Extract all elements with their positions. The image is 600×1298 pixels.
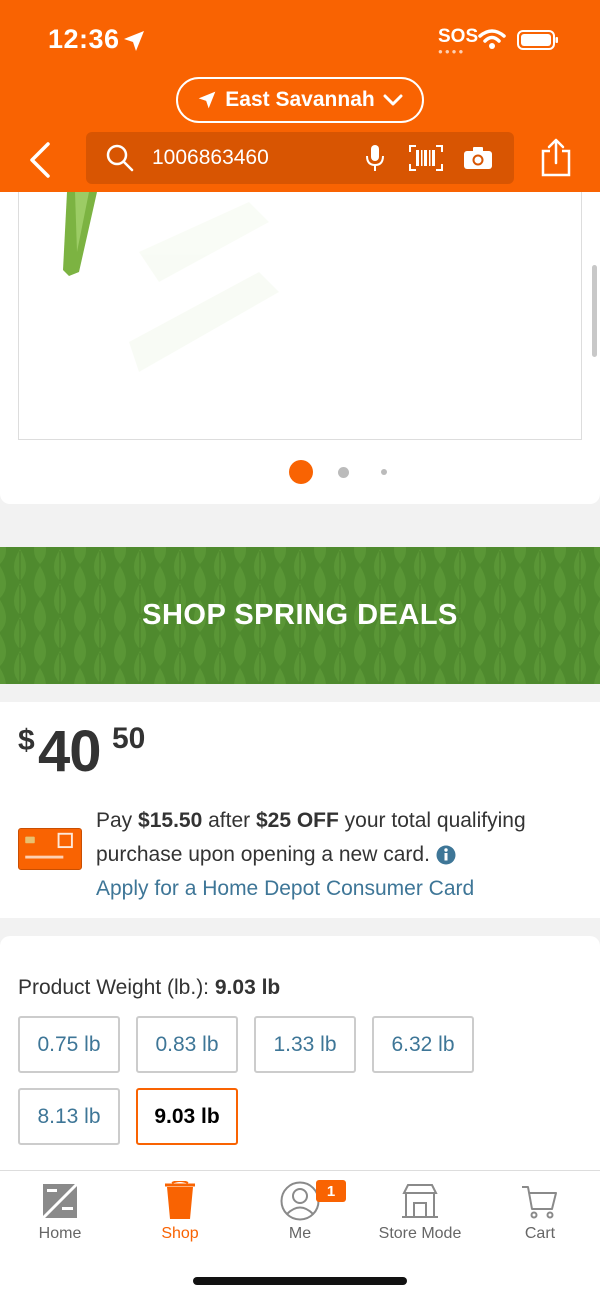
- microphone-icon[interactable]: [364, 144, 386, 172]
- tab-label: Cart: [524, 1225, 556, 1242]
- tab-store-mode[interactable]: Store Mode: [360, 1171, 480, 1251]
- price-dollars: 40: [38, 719, 102, 784]
- back-arrow-icon[interactable]: [26, 140, 56, 180]
- product-image-card: [0, 192, 600, 504]
- tab-home[interactable]: Home: [0, 1171, 120, 1251]
- promo-text-part: after: [202, 809, 256, 832]
- selected-weight: 9.03 lb: [214, 976, 281, 999]
- search-input[interactable]: 1006863460: [86, 132, 514, 184]
- tab-cart[interactable]: Cart: [480, 1171, 600, 1251]
- shop-bucket-icon: [165, 1181, 195, 1219]
- weight-option-selected[interactable]: 9.03 lb: [136, 1088, 238, 1145]
- promo-banner[interactable]: SHOP SPRING DEALS: [0, 547, 600, 684]
- carousel-dot[interactable]: [381, 469, 387, 475]
- price-currency: $: [18, 724, 35, 757]
- weight-option[interactable]: 0.75 lb: [18, 1016, 120, 1073]
- status-bar: 12:36 SOS ●●●●: [0, 0, 600, 76]
- tab-label: Shop: [161, 1225, 199, 1242]
- share-icon[interactable]: [540, 137, 572, 177]
- home-depot-logo-icon: [41, 1182, 79, 1220]
- weight-option[interactable]: 8.13 lb: [18, 1088, 120, 1145]
- tab-label: Store Mode: [378, 1225, 462, 1242]
- notification-badge: 1: [316, 1180, 346, 1202]
- product-photo: [63, 192, 279, 372]
- carousel-dot-active[interactable]: [289, 460, 313, 484]
- weight-label-text: Product Weight (lb.):: [18, 976, 210, 999]
- tab-shop[interactable]: Shop: [120, 1171, 240, 1251]
- weight-option[interactable]: 1.33 lb: [254, 1016, 356, 1073]
- home-indicator[interactable]: [193, 1277, 407, 1285]
- app-header: 12:36 SOS ●●●● East Savannah 1006863460: [0, 0, 600, 192]
- signal-dots-icon: ●●●●: [438, 47, 466, 56]
- price-card: $ 40 50 Pay $15.50 after $25 OFF your to…: [0, 702, 600, 918]
- status-time: 12:36: [48, 24, 120, 54]
- store-name: East Savannah: [225, 88, 375, 111]
- store-icon: [402, 1184, 438, 1218]
- cart-icon: [522, 1186, 557, 1219]
- wifi-icon: [478, 29, 506, 49]
- weight-option[interactable]: 0.83 lb: [136, 1016, 238, 1073]
- credit-card-icon: [18, 828, 82, 870]
- scrollbar[interactable]: [592, 265, 597, 357]
- search-query: 1006863460: [152, 146, 269, 169]
- tab-label: Me: [288, 1225, 312, 1242]
- card-promo-text: Pay $15.50 after $25 OFF your total qual…: [96, 804, 576, 906]
- store-selector-button[interactable]: East Savannah: [176, 77, 424, 123]
- price-cents: 50: [112, 722, 146, 755]
- location-arrow-icon: [198, 91, 216, 109]
- battery-icon: [517, 30, 558, 50]
- promo-text-part: Pay: [96, 809, 139, 832]
- banner-title: SHOP SPRING DEALS: [142, 599, 458, 631]
- promo-amount: $15.50: [138, 809, 203, 832]
- sos-indicator: SOS: [438, 26, 479, 47]
- user-icon: [280, 1181, 320, 1221]
- chevron-down-icon: [383, 94, 403, 106]
- location-arrow-icon: [124, 31, 144, 51]
- product-image[interactable]: [18, 192, 582, 440]
- image-carousel-dots[interactable]: [0, 460, 600, 484]
- weight-selector-card: Product Weight (lb.): 9.03 lb 0.75 lb 0.…: [0, 936, 600, 1170]
- carousel-dot[interactable]: [338, 467, 349, 478]
- apply-card-link[interactable]: Apply for a Home Depot Consumer Card: [96, 877, 474, 900]
- search-icon: [106, 144, 134, 172]
- tab-label: Home: [38, 1225, 82, 1242]
- weight-label: Product Weight (lb.): 9.03 lb: [18, 976, 280, 1000]
- camera-icon[interactable]: [463, 146, 493, 170]
- weight-option[interactable]: 6.32 lb: [372, 1016, 474, 1073]
- info-icon[interactable]: [436, 845, 456, 865]
- barcode-scanner-icon[interactable]: [409, 145, 443, 171]
- promo-discount: $25 OFF: [255, 809, 339, 832]
